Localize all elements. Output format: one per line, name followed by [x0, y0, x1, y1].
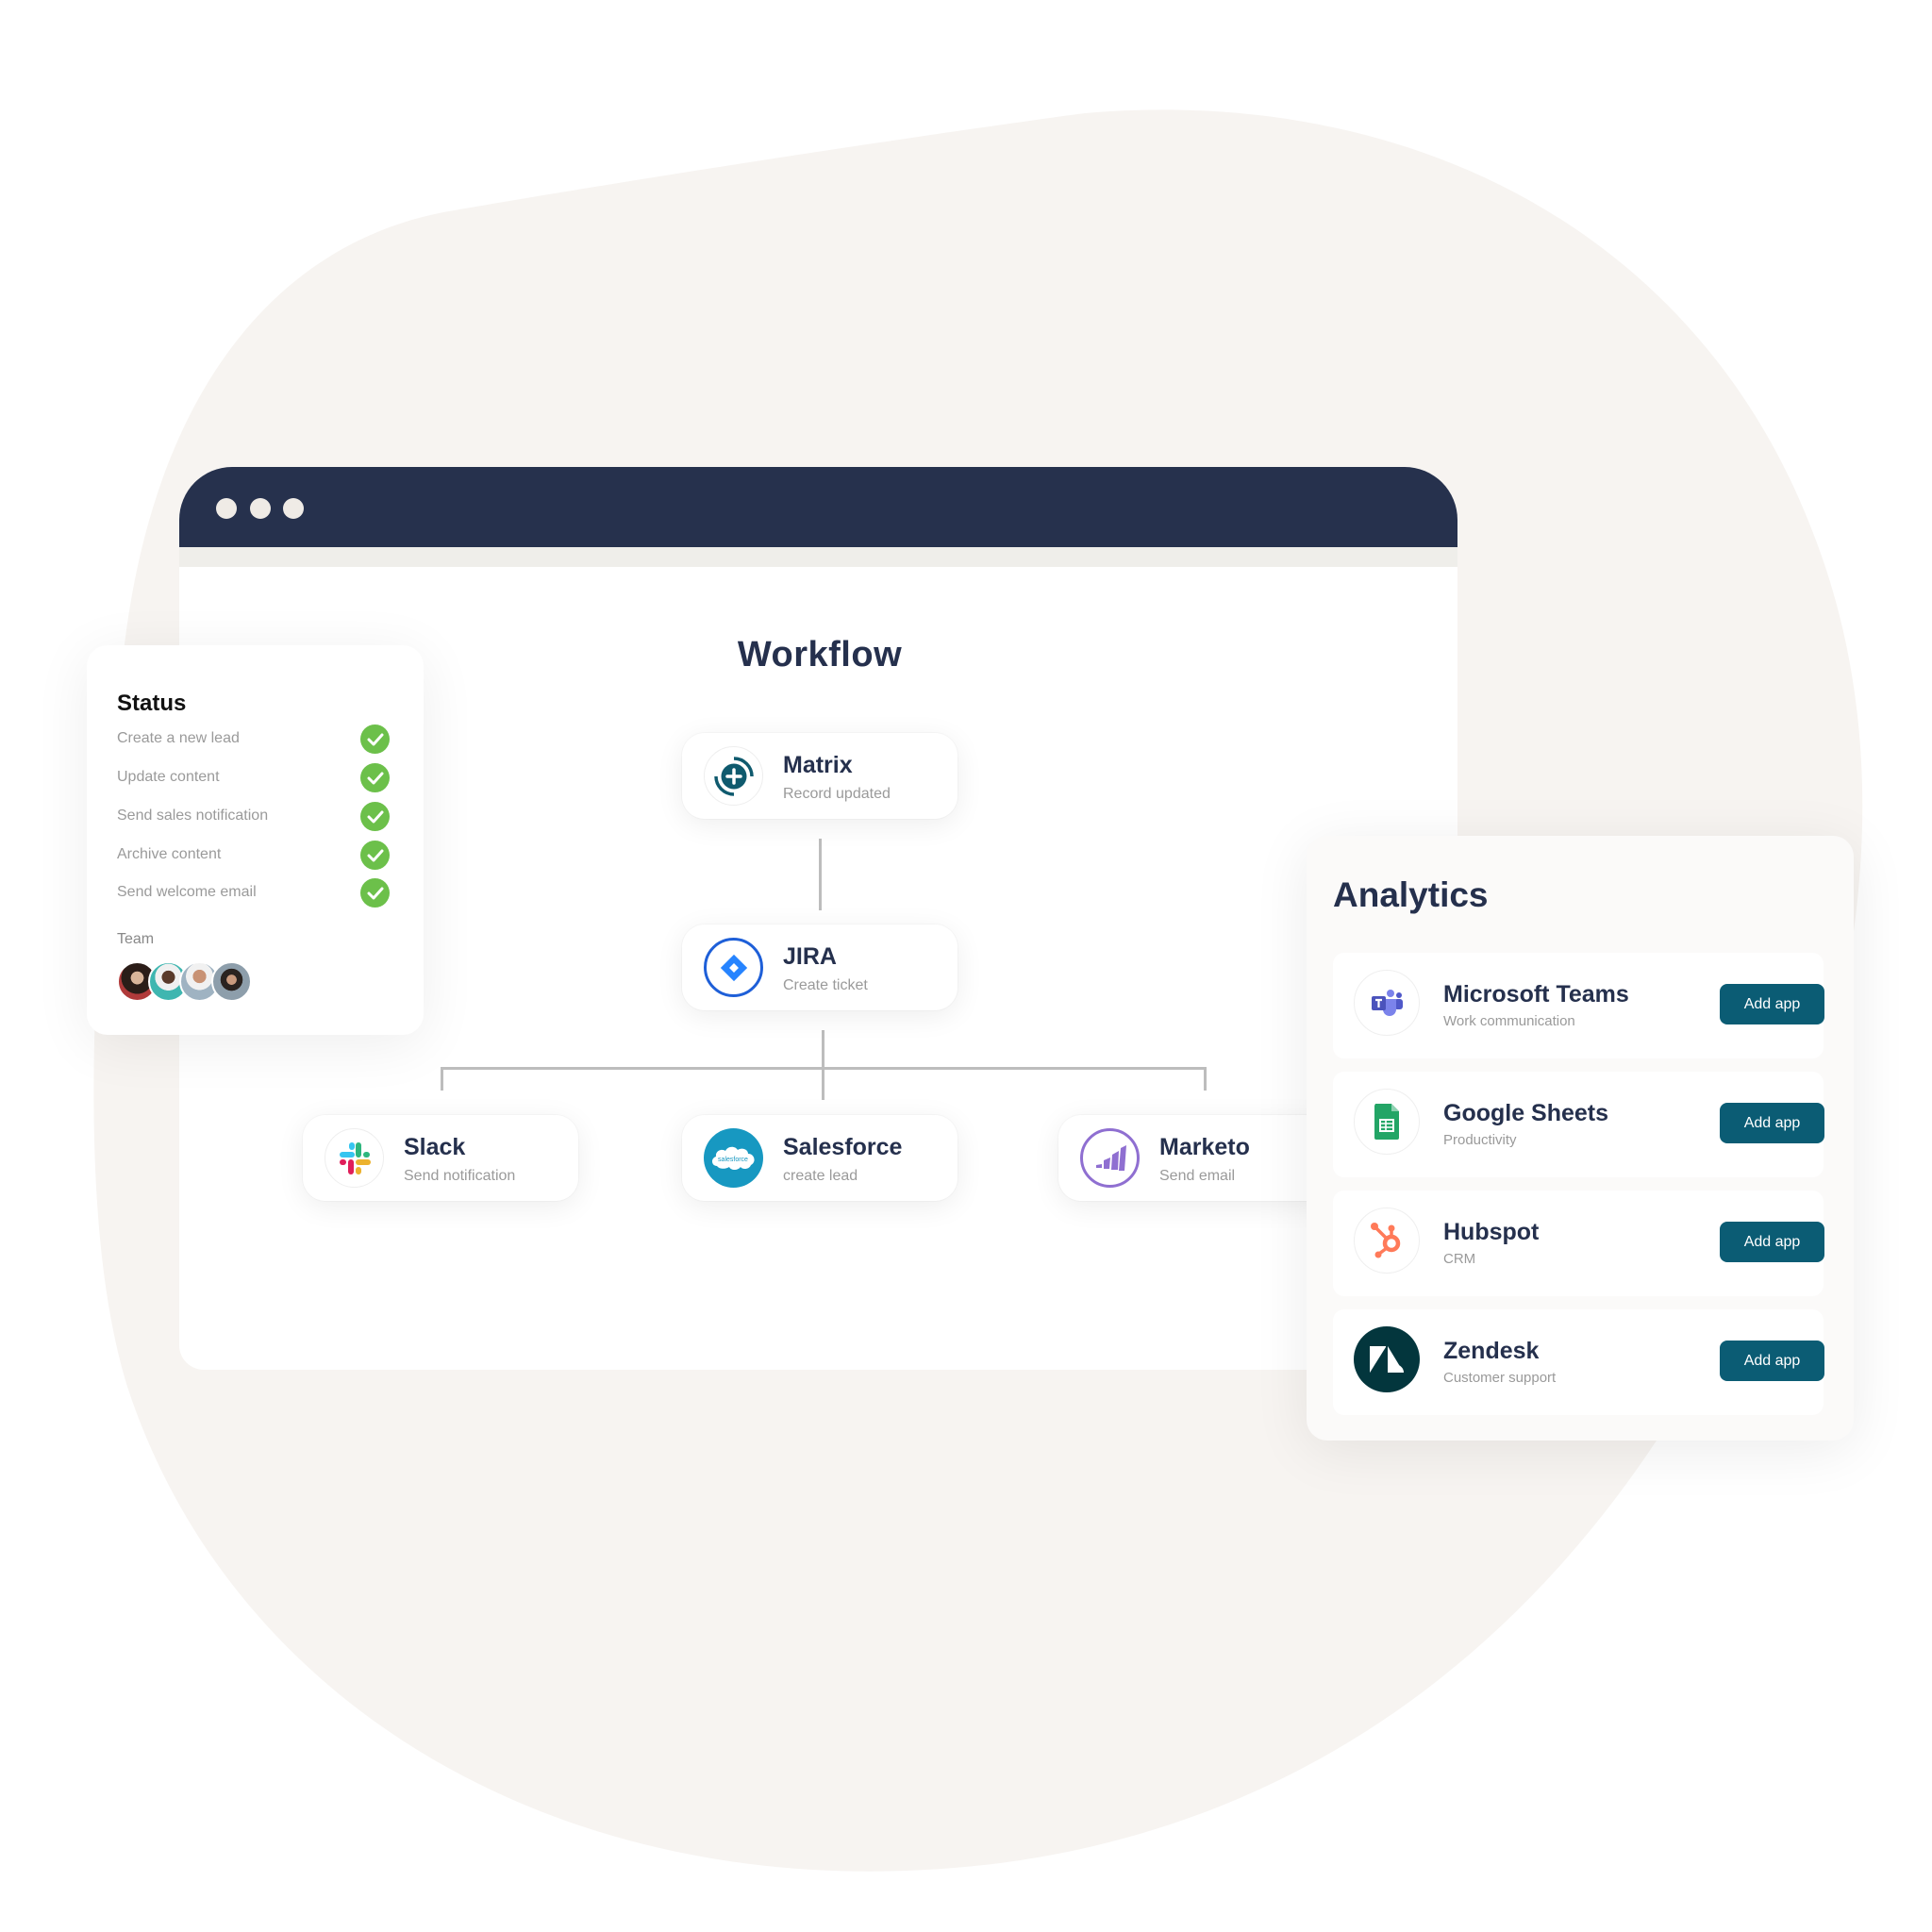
- node-subtitle: Create ticket: [783, 977, 868, 993]
- window-toolbar-strip: [179, 547, 1457, 567]
- status-item-label: Send welcome email: [117, 884, 257, 900]
- app-icon-badge: [1354, 1208, 1420, 1274]
- app-row-google-sheets: Google Sheets Productivity Add app: [1333, 1072, 1824, 1177]
- app-name: Microsoft Teams: [1443, 981, 1629, 1008]
- node-subtitle: Send email: [1159, 1168, 1236, 1184]
- window-dot[interactable]: [250, 498, 271, 519]
- analytics-title: Analytics: [1333, 875, 1489, 914]
- window-dot[interactable]: [216, 498, 237, 519]
- app-icon-badge: [1354, 970, 1420, 1036]
- jira-icon: [720, 954, 747, 981]
- status-item: Send sales notification: [117, 802, 400, 832]
- window-dot[interactable]: [283, 498, 304, 519]
- add-app-button[interactable]: Add app: [1720, 1222, 1824, 1262]
- jira-icon-badge: [704, 938, 763, 997]
- check-icon: [360, 878, 390, 908]
- status-item: Archive content: [117, 841, 400, 871]
- status-item-label: Send sales notification: [117, 808, 269, 824]
- connector-line: [441, 1067, 1207, 1070]
- app-name: Zendesk: [1443, 1338, 1540, 1364]
- status-item-label: Create a new lead: [117, 730, 240, 746]
- app-icon-badge: [1354, 1326, 1420, 1392]
- workflow-node-salesforce[interactable]: salesforce Salesforce create lead: [682, 1115, 958, 1201]
- node-title: Slack: [404, 1134, 466, 1160]
- slack-icon-badge: [325, 1128, 384, 1188]
- avatar[interactable]: [211, 961, 252, 1002]
- node-subtitle: create lead: [783, 1168, 858, 1184]
- app-category: CRM: [1443, 1251, 1476, 1267]
- hubspot-icon: [1371, 1223, 1401, 1258]
- analytics-panel: Analytics Microsoft Teams Work communica…: [1307, 836, 1854, 1441]
- salesforce-icon: salesforce: [711, 1146, 755, 1170]
- app-row-zendesk: Zendesk Customer support Add app: [1333, 1309, 1824, 1415]
- node-title: Salesforce: [783, 1134, 903, 1160]
- check-icon: [360, 841, 390, 870]
- connector-line: [441, 1067, 443, 1091]
- app-name: Google Sheets: [1443, 1100, 1609, 1126]
- status-item: Send welcome email: [117, 878, 400, 908]
- node-title: Matrix: [783, 752, 853, 778]
- node-subtitle: Record updated: [783, 786, 891, 802]
- connector-line: [1204, 1067, 1207, 1091]
- workflow-node-jira[interactable]: JIRA Create ticket: [682, 924, 958, 1010]
- workflow-node-matrix[interactable]: Matrix Record updated: [682, 733, 958, 819]
- app-row-hubspot: Hubspot CRM Add app: [1333, 1191, 1824, 1296]
- marketo-icon: [1095, 1144, 1126, 1171]
- check-icon: [360, 763, 390, 792]
- check-icon: [360, 724, 390, 754]
- status-item: Create a new lead: [117, 724, 400, 755]
- google-sheets-icon: [1374, 1104, 1399, 1140]
- status-title: Status: [117, 691, 187, 716]
- salesforce-wordmark: salesforce: [718, 1157, 748, 1163]
- workflow-node-slack[interactable]: Slack Send notification: [303, 1115, 578, 1201]
- node-subtitle: Send notification: [404, 1168, 516, 1184]
- app-category: Customer support: [1443, 1370, 1557, 1386]
- slack-icon: [339, 1141, 371, 1174]
- node-title: JIRA: [783, 943, 837, 970]
- add-app-button[interactable]: Add app: [1720, 984, 1824, 1024]
- status-item-label: Archive content: [117, 846, 222, 862]
- matrix-icon-badge: [704, 746, 763, 806]
- window-title-bar: [179, 467, 1457, 547]
- workflow-node-marketo[interactable]: Marketo Send email: [1058, 1115, 1334, 1201]
- app-row-microsoft-teams: Microsoft Teams Work communication Add a…: [1333, 953, 1824, 1058]
- connector-line: [822, 1030, 824, 1100]
- check-icon: [360, 802, 390, 831]
- zendesk-icon: [1370, 1346, 1404, 1373]
- status-item-label: Update content: [117, 769, 220, 785]
- team-label: Team: [117, 931, 155, 947]
- status-item: Update content: [117, 763, 400, 793]
- app-icon-badge: [1354, 1089, 1420, 1155]
- app-name: Hubspot: [1443, 1219, 1540, 1245]
- add-app-button[interactable]: Add app: [1720, 1341, 1824, 1381]
- node-title: Marketo: [1159, 1134, 1250, 1160]
- app-category: Work communication: [1443, 1013, 1575, 1029]
- matrix-plus-icon: [713, 756, 754, 796]
- connector-line: [819, 839, 822, 910]
- status-card: Status Create a new lead Update content …: [87, 645, 424, 1035]
- salesforce-icon-badge: salesforce: [704, 1128, 763, 1188]
- marketo-icon-badge: [1080, 1128, 1140, 1188]
- add-app-button[interactable]: Add app: [1720, 1103, 1824, 1143]
- app-category: Productivity: [1443, 1132, 1517, 1148]
- microsoft-teams-icon: [1372, 990, 1403, 1016]
